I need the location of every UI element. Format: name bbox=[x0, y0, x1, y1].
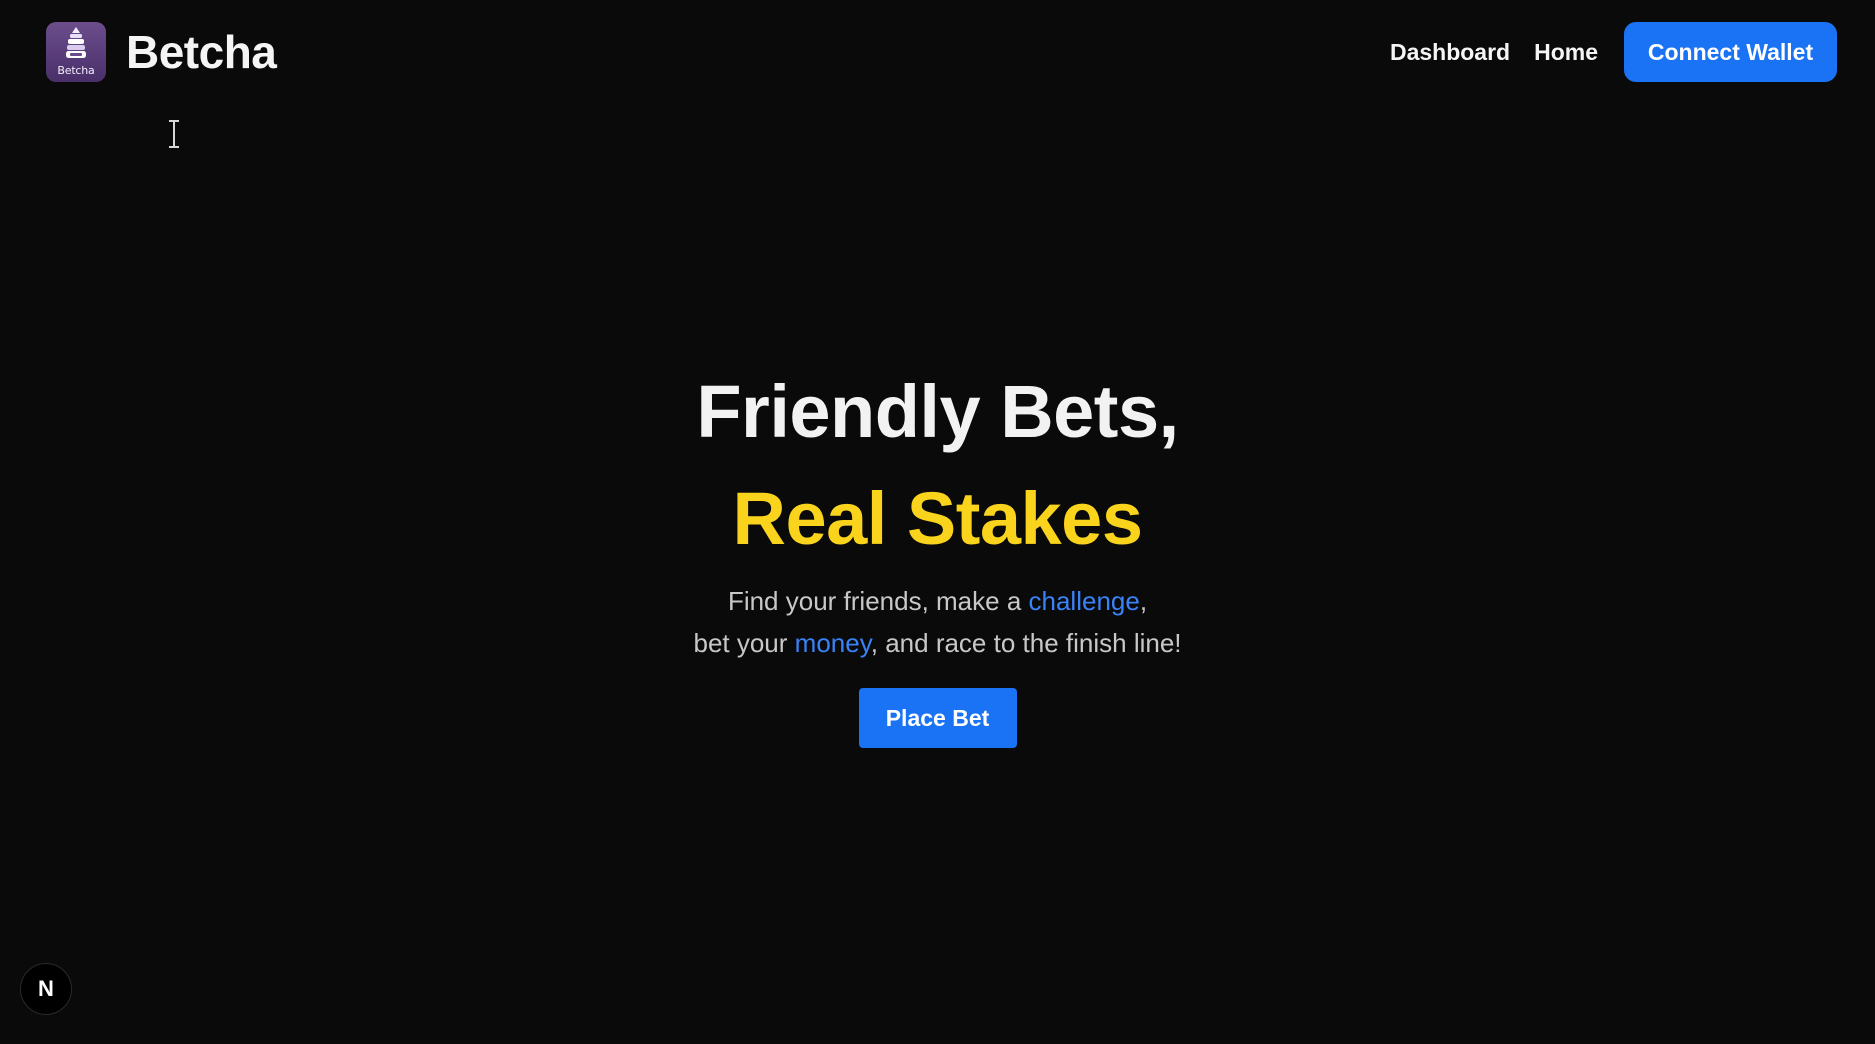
hero-section: Friendly Bets, Real Stakes Find your fri… bbox=[0, 360, 1875, 748]
desc-line2-end: , and race to the finish line! bbox=[870, 628, 1182, 658]
desc-line1-text: Find your friends, make a bbox=[727, 586, 1029, 616]
page: Betcha Betcha Dashboard Home Connect Wal… bbox=[0, 0, 1875, 1044]
text-cursor-icon bbox=[167, 120, 181, 153]
desc-line2-text: bet your bbox=[693, 628, 795, 658]
hero-title: Friendly Bets, bbox=[696, 370, 1179, 453]
brand-name: Betcha bbox=[126, 26, 277, 78]
nav-link-dashboard[interactable]: Dashboard bbox=[1390, 39, 1510, 66]
connect-wallet-button[interactable]: Connect Wallet bbox=[1624, 22, 1837, 82]
desc-money-highlight: money bbox=[794, 628, 871, 658]
desc-line1-end: , bbox=[1139, 586, 1148, 616]
main-nav: Dashboard Home Connect Wallet bbox=[1390, 22, 1837, 82]
nav-link-home[interactable]: Home bbox=[1534, 39, 1598, 66]
site-header: Betcha Betcha Dashboard Home Connect Wal… bbox=[0, 0, 1875, 105]
brand[interactable]: Betcha Betcha bbox=[46, 22, 277, 82]
badge-letter: N bbox=[38, 976, 54, 1001]
logo-label: Betcha bbox=[57, 64, 95, 77]
nextjs-badge-icon[interactable]: N bbox=[20, 963, 72, 1015]
hero-description: Find your friends, make a challenge, bet… bbox=[0, 580, 1875, 664]
desc-challenge-highlight: challenge bbox=[1028, 586, 1140, 616]
place-bet-button[interactable]: Place Bet bbox=[858, 688, 1017, 748]
hero-subtitle: Real Stakes bbox=[732, 477, 1144, 560]
betcha-logo-icon: Betcha bbox=[46, 22, 106, 82]
